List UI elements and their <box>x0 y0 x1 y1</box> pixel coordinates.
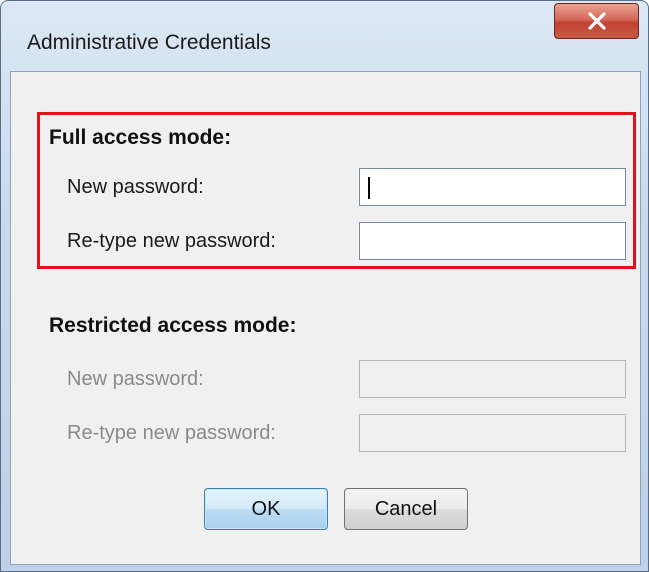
close-button[interactable] <box>554 3 639 39</box>
full-new-password-field[interactable] <box>359 168 626 206</box>
restricted-new-password-field <box>359 360 626 398</box>
dialog-window: Administrative Credentials Full access m… <box>0 0 649 572</box>
ok-button[interactable]: OK <box>204 488 328 530</box>
restricted-new-password-label: New password: <box>67 368 204 390</box>
text-caret <box>368 177 370 199</box>
cancel-button[interactable]: Cancel <box>344 488 468 530</box>
restricted-access-heading: Restricted access mode: <box>49 314 297 337</box>
full-new-password-label: New password: <box>67 176 204 198</box>
close-icon <box>587 12 606 30</box>
restricted-retype-password-field <box>359 414 626 452</box>
window-title: Administrative Credentials <box>27 31 271 54</box>
full-retype-password-field[interactable] <box>359 222 626 260</box>
title-bar[interactable]: Administrative Credentials <box>1 1 648 71</box>
dialog-content: Full access mode: New password: Re-type … <box>10 71 641 565</box>
restricted-retype-password-label: Re-type new password: <box>67 422 276 444</box>
full-retype-password-label: Re-type new password: <box>67 230 276 252</box>
full-access-heading: Full access mode: <box>49 126 232 149</box>
